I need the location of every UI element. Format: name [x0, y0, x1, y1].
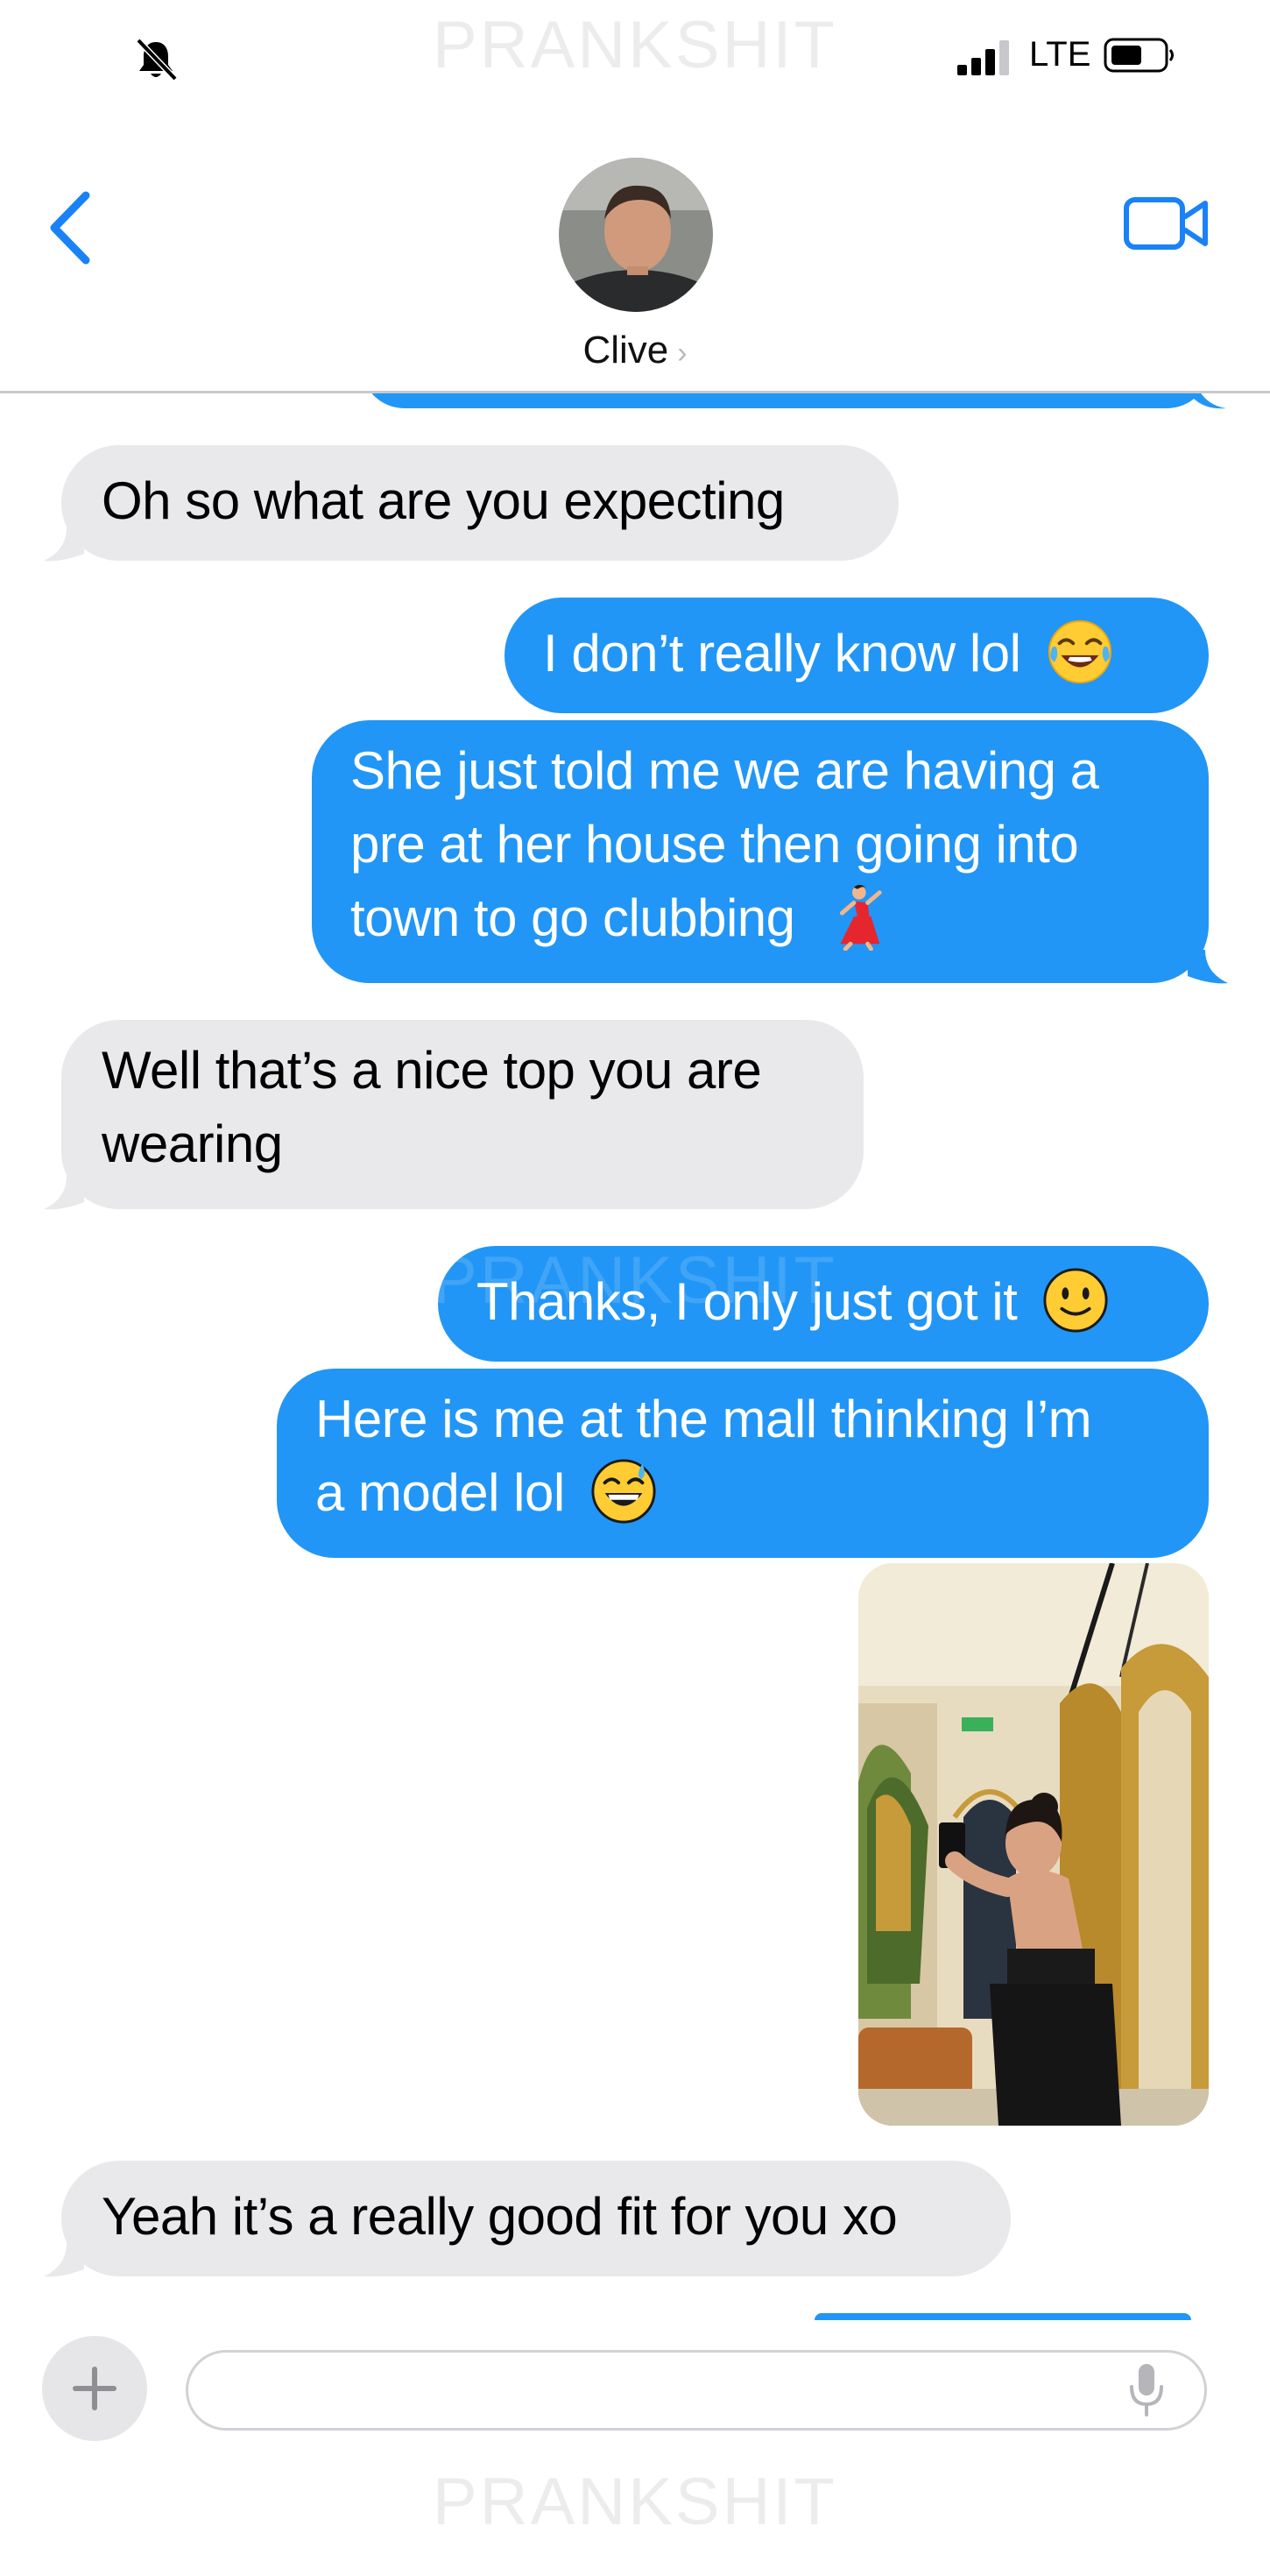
video-camera-icon[interactable] — [1123, 193, 1210, 254]
message-line: town to go clubbing — [350, 888, 795, 947]
message-incoming[interactable]: Oh so what are you expecting — [61, 445, 899, 561]
message-input[interactable] — [186, 2350, 1207, 2431]
message-outgoing[interactable]: She just told me we are having a pre at … — [312, 720, 1209, 983]
message-line: Well that’s a nice top you are — [102, 1041, 762, 1100]
bubble-tail — [44, 527, 84, 562]
message-text: Oh so what are you expecting — [102, 471, 785, 530]
bubble-tail — [1188, 950, 1228, 984]
watermark-bottom: PRANKSHIT — [433, 2465, 837, 2539]
message-line: pre at her house then going into — [350, 815, 1079, 874]
battery-icon — [1104, 38, 1174, 73]
mall-selfie-image — [858, 1563, 1209, 2126]
microphone-icon[interactable] — [1125, 2362, 1168, 2418]
bubble-tail — [44, 2243, 84, 2277]
message-bubble-partial — [815, 2313, 1191, 2320]
message-text: I don’t really know lol — [543, 624, 1021, 683]
message-photo[interactable] — [858, 1563, 1209, 2126]
message-line: She just told me we are having a — [350, 741, 1099, 800]
contact-name-text[interactable]: Clive — [582, 329, 668, 372]
message-outgoing[interactable]: I don’t really know lol — [504, 598, 1209, 713]
message-incoming[interactable]: Yeah it’s a really good fit for you xo — [61, 2161, 1011, 2276]
mute-bell-icon — [136, 38, 178, 81]
contact-name[interactable]: Clive › — [0, 329, 1270, 372]
plus-button[interactable] — [42, 2336, 147, 2441]
grinning-face-with-sweat-icon — [591, 1459, 656, 1524]
message-line: Here is me at the mall thinking I’m — [315, 1390, 1092, 1448]
header-divider — [0, 391, 1270, 393]
back-chevron-icon[interactable] — [46, 188, 98, 267]
message-line-with-emoji: a model lol — [315, 1456, 1209, 1531]
message-line-with-emoji: town to go clubbing — [350, 881, 1209, 956]
message-outgoing[interactable]: Here is me at the mall thinking I’m a mo… — [277, 1369, 1209, 1558]
message-line: a model lol — [315, 1463, 565, 1522]
bubble-tail — [44, 1176, 84, 1210]
network-type: LTE — [1029, 35, 1091, 74]
message-line: wearing — [102, 1115, 283, 1173]
plus-icon — [73, 2367, 116, 2410]
message-incoming[interactable]: Well that’s a nice top you are wearing — [61, 1020, 864, 1209]
watermark-middle: PRANKSHIT — [433, 1243, 837, 1318]
contact-avatar[interactable] — [559, 158, 713, 312]
dancing-woman-icon — [839, 885, 882, 952]
signal-icon — [957, 39, 1012, 75]
face-with-tears-of-joy-icon — [1048, 620, 1111, 684]
contact-chevron: › — [677, 336, 688, 370]
message-text: Yeah it’s a really good fit for you xo — [102, 2187, 898, 2246]
